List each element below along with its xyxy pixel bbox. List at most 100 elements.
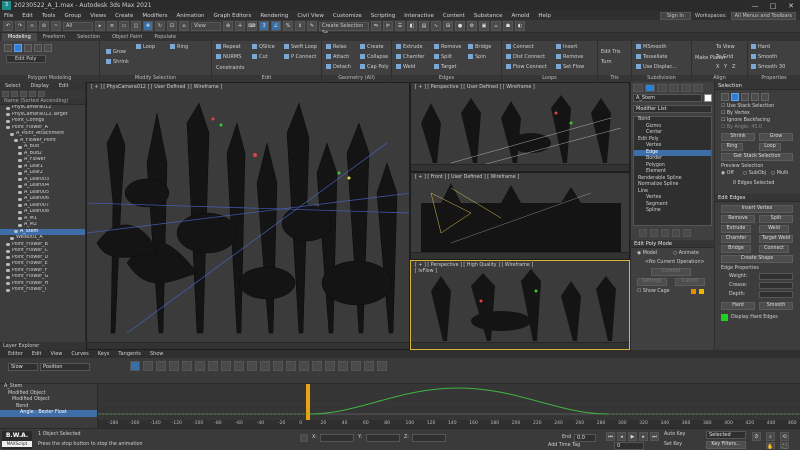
menu-views[interactable]: Views [90, 13, 106, 19]
show-cage-checkbox[interactable]: ☐ Show Cage [637, 289, 670, 294]
add-time-tag-button[interactable]: Add Time Tag [548, 443, 580, 448]
scene-tab-edit[interactable]: Edit [54, 82, 74, 90]
edit-poly-mode-rollout[interactable]: Edit Poly Mode [631, 240, 714, 248]
make-unique-icon[interactable] [661, 229, 669, 237]
y-coord-field[interactable] [366, 434, 400, 442]
ignore-backfacing-checkbox[interactable]: ☐ Ignore Backfacing [721, 118, 770, 123]
utilities-tab-icon[interactable] [693, 84, 703, 92]
edit-poly-select[interactable]: Edit Poly [6, 55, 46, 63]
bridge-button[interactable]: Bridge [468, 44, 491, 50]
material-editor-icon[interactable]: ● [455, 21, 465, 31]
visibility-eye-icon[interactable] [18, 191, 22, 195]
rectangular-selection-icon[interactable]: ▭ [119, 21, 129, 31]
visibility-eye-icon[interactable] [14, 139, 18, 143]
snaps-toggle-icon[interactable]: 3 [259, 21, 269, 31]
crease-field[interactable] [759, 282, 793, 289]
create-tab-icon[interactable] [633, 84, 643, 92]
cap-poly-button[interactable]: Cap Poly [360, 64, 389, 70]
weight-field[interactable] [759, 273, 793, 280]
qslice-button[interactable]: QSlice [252, 44, 275, 50]
auto-key-button[interactable]: Auto Key [664, 432, 685, 437]
visibility-eye-icon[interactable] [6, 269, 10, 273]
keyboard-shortcut-icon[interactable]: ⌨ [247, 21, 257, 31]
visibility-eye-icon[interactable] [14, 230, 18, 234]
get-stack-selection-button[interactable]: Get Stack Selection [721, 153, 793, 161]
toggle-ribbon-icon[interactable]: ▤ [419, 21, 429, 31]
visibility-eye-icon[interactable] [18, 197, 22, 201]
tab-selection[interactable]: Selection [71, 33, 106, 41]
shrink-button[interactable]: Shrink [106, 59, 129, 65]
show-tangents-icon[interactable] [364, 361, 374, 371]
scene-tab-display[interactable]: Display [25, 82, 53, 90]
visibility-eye-icon[interactable] [10, 236, 14, 240]
display-tab-icon[interactable] [681, 84, 691, 92]
curve-menu-show[interactable]: Show [150, 351, 164, 357]
sign-in-button[interactable]: Sign In [659, 11, 692, 20]
motion-tab-icon[interactable] [669, 84, 679, 92]
end-field[interactable]: 0.0 [574, 434, 596, 442]
grow-button[interactable]: Grow [106, 49, 126, 55]
create-shape-button[interactable]: Create Shape [721, 255, 793, 263]
model-radio[interactable]: ◉ Model [637, 251, 657, 256]
pivot-center-icon[interactable]: ⊕ [223, 21, 233, 31]
filter-geometry-icon[interactable] [2, 91, 9, 97]
menu-file[interactable]: File [4, 13, 13, 19]
go-to-start-icon[interactable]: ⏮ [606, 432, 615, 441]
configure-sets-icon[interactable] [683, 229, 691, 237]
by-vertex-checkbox[interactable]: ☐ By Vertex [721, 111, 750, 116]
by-angle-checkbox[interactable]: ☐ By Angle: 45.0 [721, 125, 762, 130]
extrude-button[interactable]: Extrude [396, 44, 423, 50]
move-keys-icon[interactable] [143, 361, 153, 371]
visibility-eye-icon[interactable] [6, 256, 10, 260]
menu-customize[interactable]: Customize [333, 13, 362, 19]
object-name-field[interactable]: A_Stem [633, 94, 702, 102]
remove-modifier-icon[interactable] [672, 229, 680, 237]
tessellate-button[interactable]: Tessellate [636, 54, 667, 60]
controller-tree-item[interactable]: Angle : Bezier Float [0, 410, 97, 417]
filter-lights-icon[interactable] [20, 91, 27, 97]
set-tangents-auto-icon[interactable] [208, 361, 218, 371]
curve-time-ruler[interactable]: -180 -160 -140 -120 -100 -80 -60 -40 -20 0 20 40 60 8… [98, 420, 800, 428]
viewport-perspective-top[interactable]: [ + ] [ Perspective ] [ User Defined ] [… [410, 82, 630, 172]
target-weld-button[interactable]: Target Weld [759, 235, 793, 243]
sel-vertex-icon[interactable] [721, 93, 729, 101]
viewport-perspective-hq[interactable]: [ + ] [ Perspective ] [ High Quality ] [… [410, 260, 630, 350]
bezier-curve[interactable] [309, 387, 609, 415]
filters-icon[interactable] [130, 361, 140, 371]
curve-menu-view[interactable]: View [51, 351, 63, 357]
tab-object-paint[interactable]: Object Paint [106, 33, 148, 41]
show-end-result-icon[interactable] [650, 229, 658, 237]
x-coord-field[interactable] [320, 434, 354, 442]
curve-menu-keys[interactable]: Keys [98, 351, 110, 357]
loop-button[interactable]: Loop [136, 44, 155, 50]
sel-element-icon[interactable] [761, 93, 769, 101]
preview-multi-radio[interactable]: ○ Multi [771, 171, 788, 176]
filter-cameras-icon[interactable] [29, 91, 36, 97]
menu-content[interactable]: Content [443, 13, 465, 19]
go-to-end-icon[interactable]: ⏭ [650, 432, 659, 441]
viewport-front[interactable]: [ + ] [ Front ] [ User Defined ] [ Wiref… [410, 172, 630, 260]
menu-group[interactable]: Group [64, 13, 81, 19]
attach-button[interactable]: Attach [326, 54, 349, 60]
percent-snap-icon[interactable]: % [283, 21, 293, 31]
edge-extrude-button[interactable]: Extrude [721, 225, 751, 233]
cancel-button[interactable]: Cancel [675, 278, 705, 286]
scene-item[interactable]: Point_Flower_I [0, 287, 85, 294]
spinner-snap-icon[interactable]: ⇕ [295, 21, 305, 31]
scene-column-header[interactable]: Name (Sorted Ascending) [0, 98, 85, 105]
selection-filter-select[interactable]: All [63, 21, 93, 31]
visibility-eye-icon[interactable] [6, 249, 10, 253]
visibility-eye-icon[interactable] [18, 145, 22, 149]
toggle-scene-explorer-icon[interactable]: ☰ [395, 21, 405, 31]
msmooth-button[interactable]: MSmooth [636, 44, 667, 50]
edge-weld-button[interactable]: Weld [759, 225, 789, 233]
preview-off-radio[interactable]: ◉ Off [721, 171, 734, 176]
weld-button[interactable]: Weld [396, 64, 415, 70]
to-grid-button[interactable]: To Grid [716, 54, 733, 60]
lock-selection-toggle-icon[interactable] [300, 434, 308, 442]
chamfer-button[interactable]: Chamfer [396, 54, 425, 60]
arnold-render-icon[interactable]: ◐ [515, 21, 525, 31]
schematic-view-icon[interactable]: ⊞ [443, 21, 453, 31]
maxscript-listener-logo[interactable]: B.W.A. MAXScript [2, 431, 32, 449]
edit-tris-button[interactable]: Edit Tris [601, 49, 621, 55]
